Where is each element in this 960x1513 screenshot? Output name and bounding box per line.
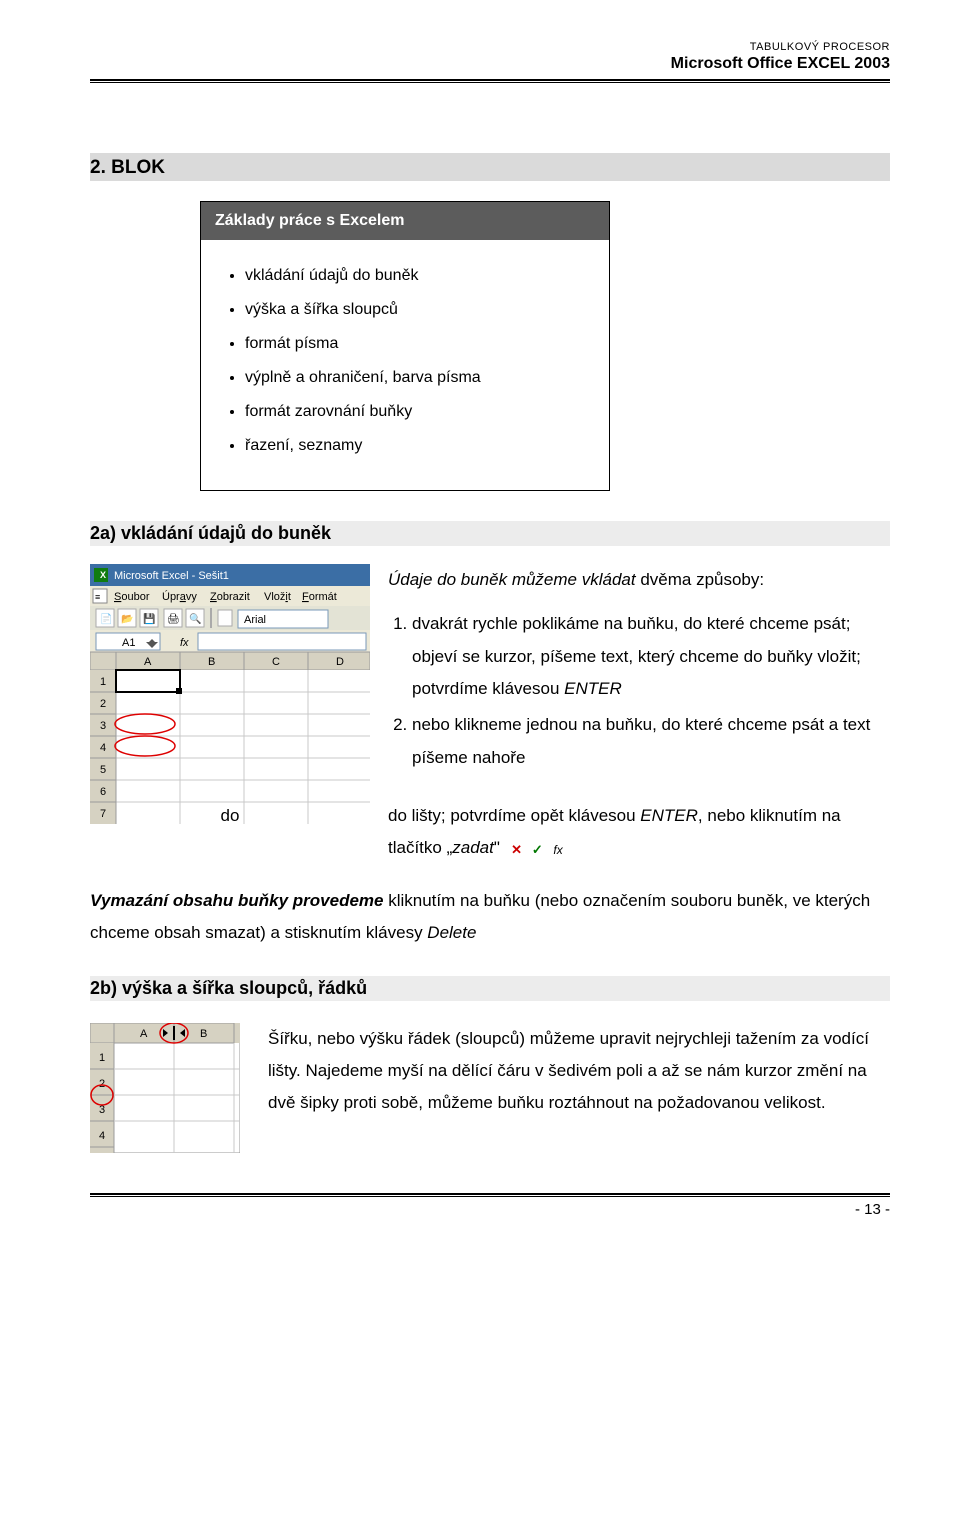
enter-icon: ✓ xyxy=(529,838,545,863)
svg-text:Úpravy: Úpravy xyxy=(162,590,197,603)
svg-text:4: 4 xyxy=(100,742,106,754)
fx-icon: fx xyxy=(550,839,566,862)
svg-text:A: A xyxy=(140,1028,148,1040)
list-item: formát zarovnání buňky xyxy=(245,400,595,424)
svg-text:5: 5 xyxy=(100,764,106,776)
below-do-text: do lišty; potvrdíme opět klávesou ENTER,… xyxy=(388,800,890,865)
svg-text:A1: A1 xyxy=(122,637,135,649)
cancel-icon: ✕ xyxy=(509,838,525,863)
svg-text:Arial: Arial xyxy=(244,614,266,626)
svg-text:🖨: 🖨 xyxy=(167,613,180,625)
svg-text:Vložit: Vložit xyxy=(264,591,291,603)
svg-text:≡: ≡ xyxy=(95,592,100,602)
svg-text:4: 4 xyxy=(99,1130,105,1142)
list-item: vkládání údajů do buněk xyxy=(245,264,595,288)
svg-text:X: X xyxy=(100,570,106,580)
svg-text:2: 2 xyxy=(100,698,106,710)
do-left: do xyxy=(90,800,370,832)
svg-text:1: 1 xyxy=(100,676,106,688)
svg-text:fx: fx xyxy=(180,637,189,649)
topics-box: Základy práce s Excelem vkládání údajů d… xyxy=(200,201,610,491)
section-title: 2. BLOK xyxy=(90,153,890,181)
paragraph-2a: Údaje do buněk můžeme vkládat dvěma způs… xyxy=(388,564,890,786)
svg-text:📄: 📄 xyxy=(100,612,112,625)
list-item: formát písma xyxy=(245,332,595,356)
list-item: výplně a ohraničení, barva písma xyxy=(245,366,595,390)
svg-text:📂: 📂 xyxy=(121,614,133,625)
list-item: řazení, seznamy xyxy=(245,434,595,458)
list-item: výška a šířka sloupců xyxy=(245,298,595,322)
svg-text:1: 1 xyxy=(99,1052,105,1064)
section-2b-row: A B 1 2 3 4 xyxy=(90,1023,890,1153)
topics-list: vkládání údajů do buněk výška a šířka sl… xyxy=(215,264,595,458)
svg-text:A: A xyxy=(144,656,152,668)
svg-text:B: B xyxy=(208,656,215,668)
subheading-2b: 2b) výška a šířka sloupců, řádků xyxy=(90,976,890,1001)
svg-text:💾: 💾 xyxy=(143,612,155,625)
svg-text:6: 6 xyxy=(100,786,106,798)
svg-text:Soubor: Soubor xyxy=(114,591,150,603)
intro-rest: dvěma způsoby: xyxy=(636,570,765,589)
header-line1: TABULKOVÝ PROCESOR xyxy=(90,40,890,54)
excel-title: Microsoft Excel - Sešit1 xyxy=(114,570,229,582)
below-do-row: do do lišty; potvrdíme opět klávesou ENT… xyxy=(90,800,890,865)
section-2a-row: X Microsoft Excel - Sešit1 ≡ Soubor Úpra… xyxy=(90,564,890,824)
subheading-2a: 2a) vkládání údajů do buněk xyxy=(90,521,890,546)
topics-box-body: vkládání údajů do buněk výška a šířka sl… xyxy=(201,240,609,490)
column-resize-screenshot: A B 1 2 3 4 xyxy=(90,1023,240,1153)
svg-text:Formát: Formát xyxy=(302,591,337,603)
paragraph-2b: Šířku, nebo výšku řádek (sloupců) můžeme… xyxy=(268,1023,890,1120)
svg-text:Zobrazit: Zobrazit xyxy=(210,591,250,603)
vymazani-paragraph: Vymazání obsahu buňky provedeme kliknutí… xyxy=(90,885,890,950)
page-number: - 13 - xyxy=(90,1201,890,1218)
intro-italic: Údaje do buněk můžeme vkládat xyxy=(388,570,636,589)
list-item: nebo klikneme jednou na buňku, do které … xyxy=(412,709,890,774)
footer-rule xyxy=(90,1193,890,1197)
header-rule xyxy=(90,79,890,83)
header-line2: Microsoft Office EXCEL 2003 xyxy=(90,54,890,75)
formula-bar-icons: ✕ ✓ fx xyxy=(509,833,566,865)
page-header: TABULKOVÝ PROCESOR Microsoft Office EXCE… xyxy=(90,40,890,75)
steps-list: dvakrát rychle poklikáme na buňku, do kt… xyxy=(388,608,890,773)
svg-text:D: D xyxy=(336,656,344,668)
topics-box-title: Základy práce s Excelem xyxy=(201,202,609,240)
list-item: dvakrát rychle poklikáme na buňku, do kt… xyxy=(412,608,890,705)
svg-text:C: C xyxy=(272,656,280,668)
svg-text:🔍: 🔍 xyxy=(189,612,201,625)
svg-text:3: 3 xyxy=(100,720,106,732)
svg-text:B: B xyxy=(200,1028,207,1040)
svg-text:3: 3 xyxy=(99,1104,105,1116)
excel-window-screenshot: X Microsoft Excel - Sešit1 ≡ Soubor Úpra… xyxy=(90,564,370,824)
svg-text:2: 2 xyxy=(99,1078,105,1090)
